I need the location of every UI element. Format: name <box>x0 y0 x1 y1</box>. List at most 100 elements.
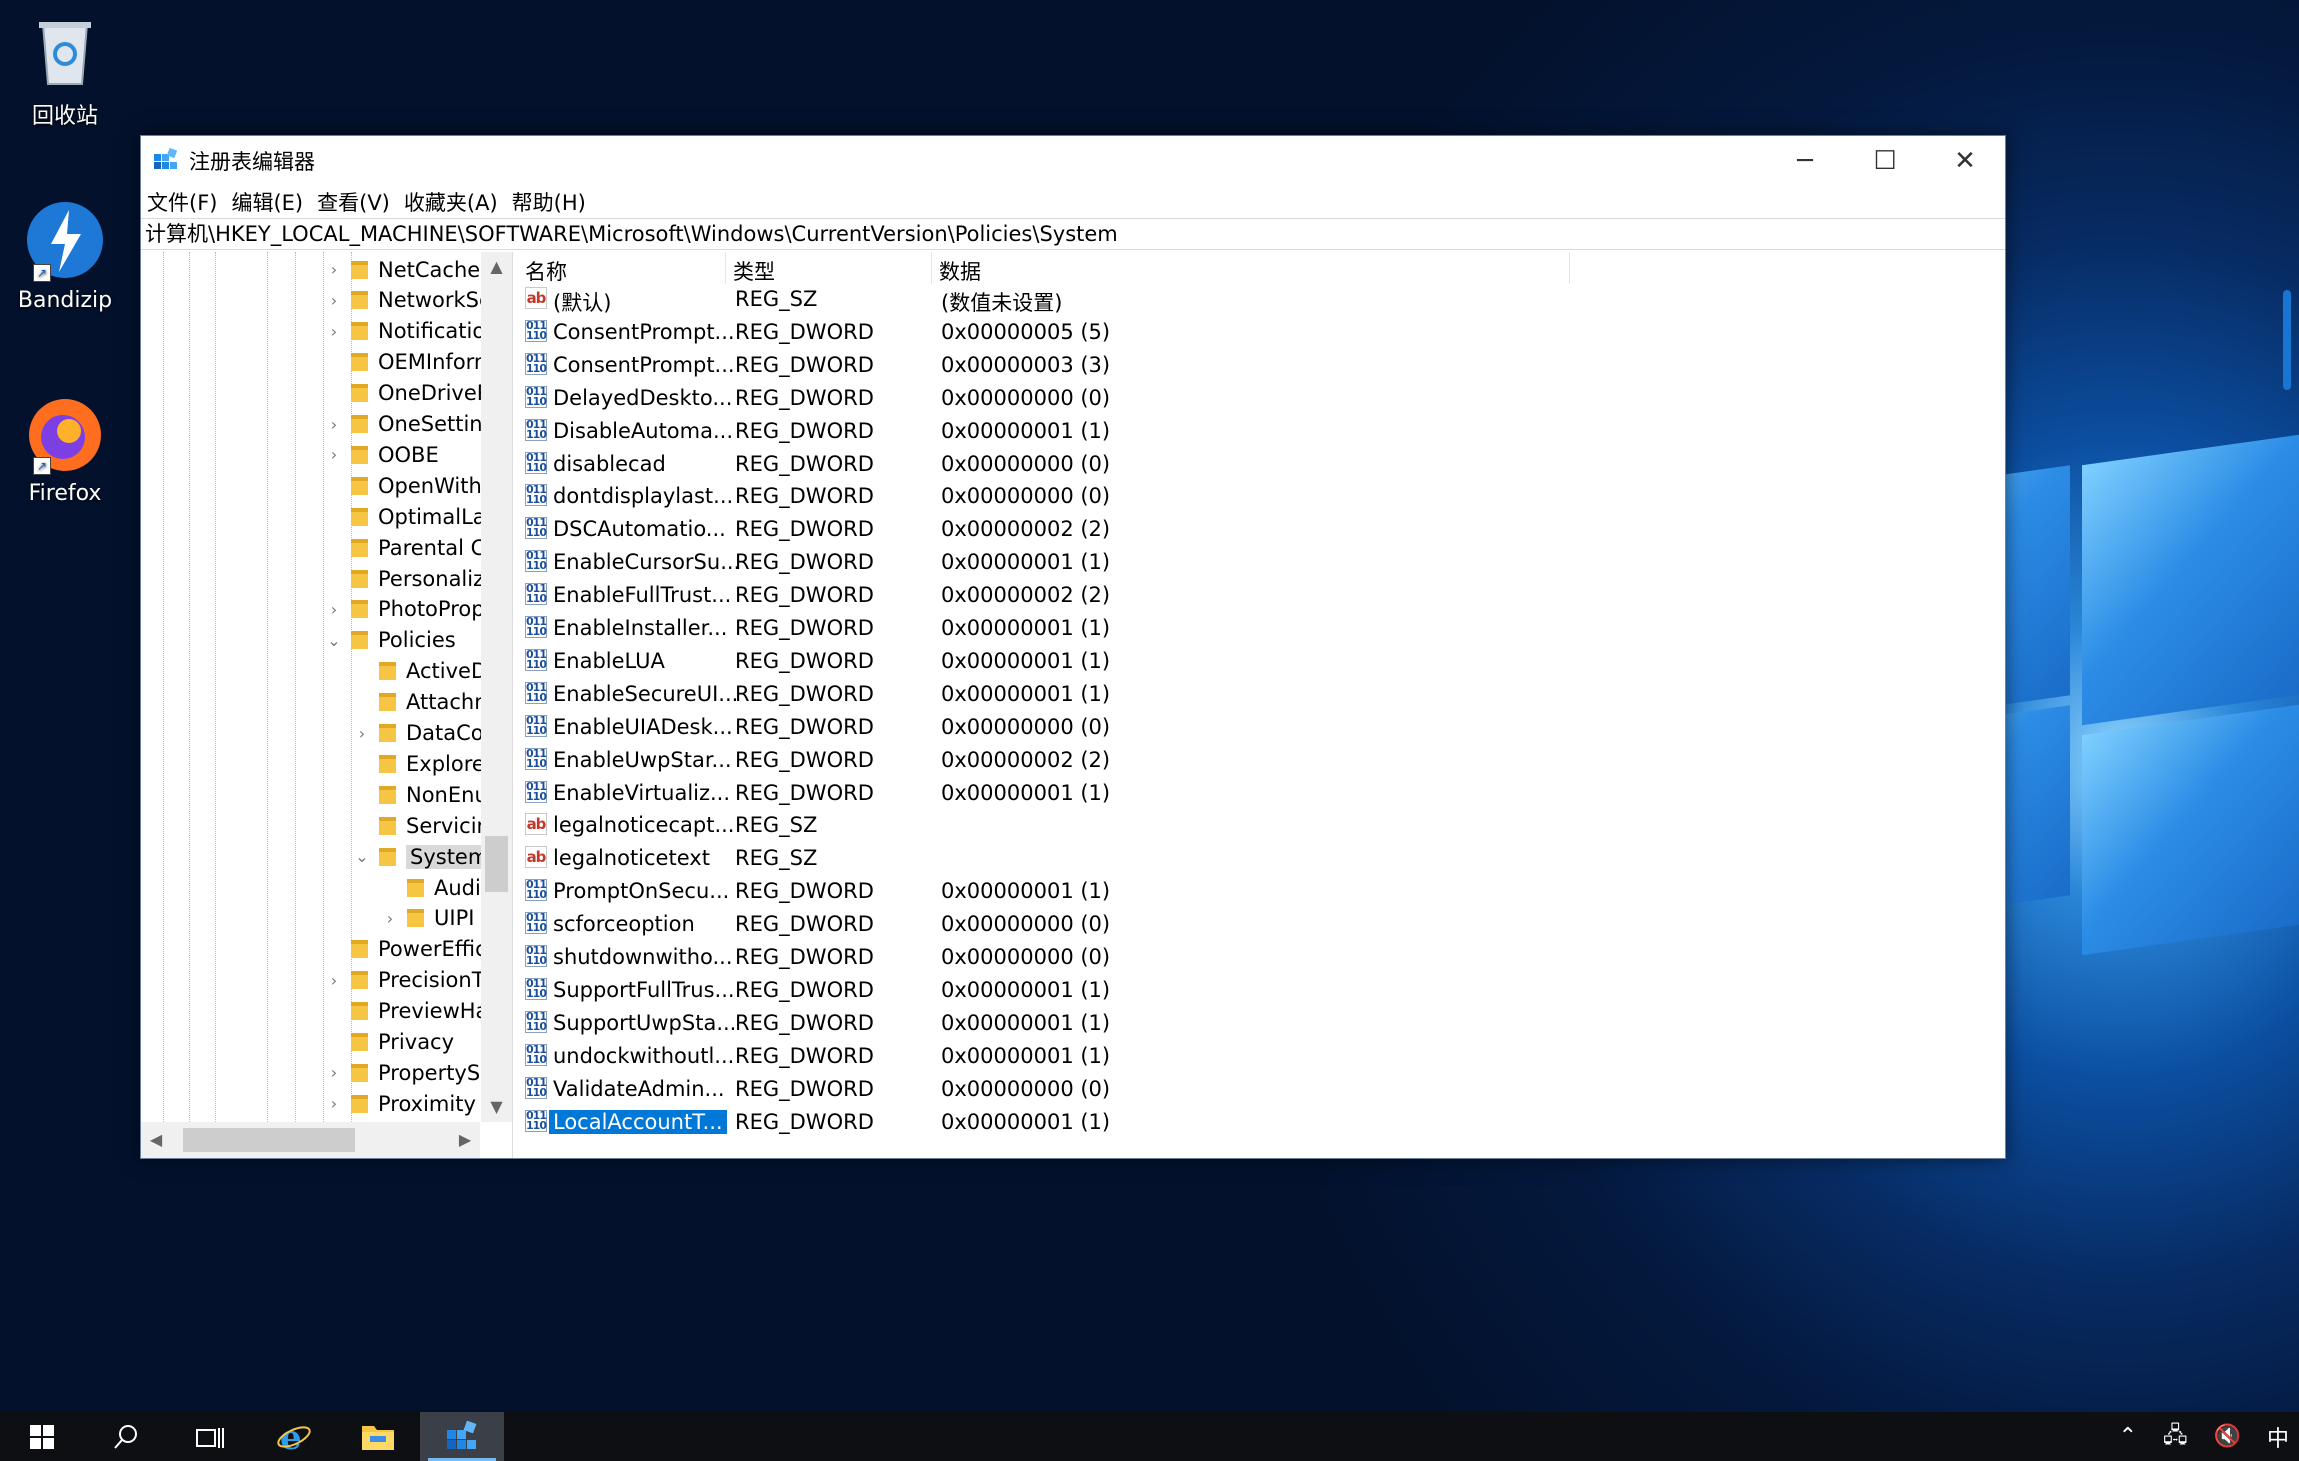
value-row[interactable]: 011 110 disablecad REG_DWORD 0x00000000 (0) <box>519 449 2005 482</box>
close-button[interactable]: ✕ <box>1925 136 2005 186</box>
tree-node[interactable]: › OOBE <box>325 439 439 470</box>
tree-scroll-thumb[interactable] <box>485 836 508 892</box>
maximize-button[interactable]: ☐ <box>1845 136 1925 186</box>
value-row[interactable]: 011 110 EnableVirtualiz... REG_DWORD 0x00000… <box>519 778 2005 811</box>
internet-explorer-button[interactable]: e <box>252 1412 336 1461</box>
expand-chevron-icon[interactable]: › <box>325 322 343 341</box>
ime-indicator[interactable]: 中 <box>2267 1421 2289 1453</box>
file-explorer-button[interactable] <box>336 1412 420 1461</box>
value-row[interactable]: 011 110 ConsentPrompt... REG_DWORD 0x0000000… <box>519 317 2005 350</box>
tree-node[interactable]: › UIPI <box>381 903 475 934</box>
value-row[interactable]: 011 110 EnableLUA REG_DWORD 0x00000001 (1) <box>519 646 2005 679</box>
value-row[interactable]: ab legalnoticetext REG_SZ <box>519 843 2005 876</box>
regedit-taskbar-button[interactable] <box>420 1412 504 1461</box>
expand-chevron-icon[interactable]: › <box>325 971 343 990</box>
value-row[interactable]: ab legalnoticecapt... REG_SZ <box>519 810 2005 843</box>
tree-node[interactable]: Privacy <box>325 1027 454 1058</box>
value-row[interactable]: 011 110 PromptOnSecu... REG_DWORD 0x00000001… <box>519 876 2005 909</box>
value-row[interactable]: 011 110 DSCAutomatio... REG_DWORD 0x00000002… <box>519 514 2005 547</box>
value-row[interactable]: 011 110 EnableFullTrust... REG_DWORD 0x00000… <box>519 580 2005 613</box>
value-row[interactable]: 011 110 dontdisplaylast... REG_DWORD 0x00000… <box>519 481 2005 514</box>
column-header-type[interactable]: 类型 <box>733 256 775 286</box>
expand-chevron-icon[interactable]: › <box>325 445 343 464</box>
tree-node[interactable]: OpenWith <box>325 470 482 501</box>
value-row[interactable]: 011 110 EnableSecureUI... REG_DWORD 0x000000… <box>519 679 2005 712</box>
value-list-pane[interactable]: 名称 类型 数据 ab (默认) REG_SZ (数值未设置) 011 110 Consen… <box>519 252 2005 1158</box>
value-name: PromptOnSecu... <box>553 879 730 904</box>
value-row[interactable]: 011 110 ConsentPrompt... REG_DWORD 0x0000000… <box>519 350 2005 383</box>
address-bar[interactable]: 计算机\HKEY_LOCAL_MACHINE\SOFTWARE\Microsof… <box>141 218 2005 250</box>
value-name: ConsentPrompt... <box>553 319 735 344</box>
expand-chevron-icon[interactable]: ⌄ <box>353 847 371 866</box>
maximize-icon: ☐ <box>1873 146 1897 176</box>
value-data: 0x00000000 (0) <box>941 451 1111 476</box>
title-bar[interactable]: 注册表编辑器 ─ ☐ ✕ <box>141 136 2005 186</box>
value-row[interactable]: 011 110 EnableUwpStar... REG_DWORD 0x0000000… <box>519 745 2005 778</box>
expand-chevron-icon[interactable]: › <box>325 260 343 279</box>
start-button[interactable] <box>0 1412 84 1461</box>
value-row[interactable]: 011 110 scforceoption REG_DWORD 0x00000000 (… <box>519 909 2005 942</box>
value-row[interactable]: 011 110 LocalAccountT... REG_DWORD 0x0000000… <box>519 1107 2005 1140</box>
value-row[interactable]: 011 110 EnableInstaller... REG_DWORD 0x00000… <box>519 613 2005 646</box>
desktop-icon-recycle-bin[interactable]: 回收站 <box>0 10 130 130</box>
desktop-icon-bandizip[interactable]: ↗ Bandizip <box>0 200 130 313</box>
expand-chevron-icon[interactable]: › <box>325 1094 343 1113</box>
expand-chevron-icon[interactable]: › <box>325 415 343 434</box>
scroll-right-icon[interactable]: ▶ <box>450 1122 480 1158</box>
value-type: REG_DWORD <box>735 550 874 575</box>
folder-icon <box>351 415 368 433</box>
value-row[interactable]: 011 110 DisableAutoma... REG_DWORD 0x0000000… <box>519 416 2005 449</box>
minimize-button[interactable]: ─ <box>1765 136 1845 186</box>
menu-view[interactable]: 查看(V) <box>317 187 390 217</box>
tree-node[interactable]: › Proximity <box>325 1088 476 1119</box>
value-row[interactable]: 011 110 undockwithoutl... REG_DWORD 0x000000… <box>519 1041 2005 1074</box>
tree-node[interactable]: › NetCache <box>325 254 480 285</box>
tree-node[interactable]: Explorer <box>353 748 493 779</box>
desktop-icon-label: Bandizip <box>17 288 113 313</box>
volume-muted-icon[interactable]: 🔇 <box>2214 1424 2241 1449</box>
menu-favorites[interactable]: 收藏夹(A) <box>404 187 498 217</box>
value-row[interactable]: 011 110 SupportUwpSta... REG_DWORD 0x0000000… <box>519 1008 2005 1041</box>
value-row[interactable]: 011 110 EnableCursorSu... REG_DWORD 0x000000… <box>519 547 2005 580</box>
key-tree-pane[interactable]: › NetCache › NetworkServi › Notifications OEMI… <box>141 252 513 1158</box>
expand-chevron-icon[interactable]: › <box>353 724 371 743</box>
tree-node[interactable]: Audit <box>381 872 489 903</box>
tree-vertical-scrollbar[interactable]: ▲ ▼ <box>481 252 512 1122</box>
value-row[interactable]: ab (默认) REG_SZ (数值未设置) <box>519 284 2005 317</box>
value-row[interactable]: 011 110 EnableUIADesk... REG_DWORD 0x0000000… <box>519 712 2005 745</box>
list-header: 名称 类型 数据 <box>519 252 2005 284</box>
value-type: REG_DWORD <box>735 681 874 706</box>
value-row[interactable]: 011 110 SupportFullTrus... REG_DWORD 0x00000… <box>519 975 2005 1008</box>
column-header-name[interactable]: 名称 <box>525 256 567 286</box>
menu-file[interactable]: 文件(F) <box>147 187 217 217</box>
value-row[interactable]: 011 110 DelayedDeskto... REG_DWORD 0x0000000… <box>519 383 2005 416</box>
value-type: REG_DWORD <box>735 1076 874 1101</box>
expand-chevron-icon[interactable]: › <box>325 291 343 310</box>
menu-edit[interactable]: 编辑(E) <box>231 187 303 217</box>
tree-horizontal-scrollbar[interactable]: ◀ ▶ <box>141 1122 480 1158</box>
expand-chevron-icon[interactable]: ⌄ <box>325 631 343 650</box>
value-type: REG_DWORD <box>735 912 874 937</box>
scroll-down-icon[interactable]: ▼ <box>481 1092 512 1122</box>
chevron-up-icon[interactable]: ⌃ <box>2119 1424 2137 1449</box>
desktop-icon-firefox[interactable]: ↗ Firefox <box>0 393 130 506</box>
desktop-icon-label: 回收站 <box>31 104 98 129</box>
menu-help[interactable]: 帮助(H) <box>512 187 586 217</box>
tree-node[interactable]: ⌄ System <box>353 841 493 872</box>
expand-chevron-icon[interactable]: › <box>325 1063 343 1082</box>
expand-chevron-icon[interactable]: › <box>325 600 343 619</box>
expand-chevron-icon[interactable]: › <box>381 909 399 928</box>
value-row[interactable]: 011 110 ValidateAdmin... REG_DWORD 0x0000000… <box>519 1074 2005 1107</box>
value-row[interactable]: 011 110 shutdownwitho... REG_DWORD 0x0000000… <box>519 942 2005 975</box>
tree-node-label: OOBE <box>378 442 439 467</box>
scroll-up-icon[interactable]: ▲ <box>481 252 512 282</box>
tree-node[interactable]: ⌄ Policies <box>325 625 455 656</box>
tree-hscroll-thumb[interactable] <box>183 1128 355 1152</box>
tree-node[interactable]: › OneSettings <box>325 409 507 440</box>
column-header-data[interactable]: 数据 <box>939 256 981 286</box>
search-button[interactable] <box>84 1412 168 1461</box>
scroll-left-icon[interactable]: ◀ <box>141 1122 171 1158</box>
value-data: 0x00000001 (1) <box>941 616 1111 640</box>
network-icon[interactable]: 🖧 <box>2163 1418 2188 1456</box>
task-view-button[interactable] <box>168 1412 252 1461</box>
